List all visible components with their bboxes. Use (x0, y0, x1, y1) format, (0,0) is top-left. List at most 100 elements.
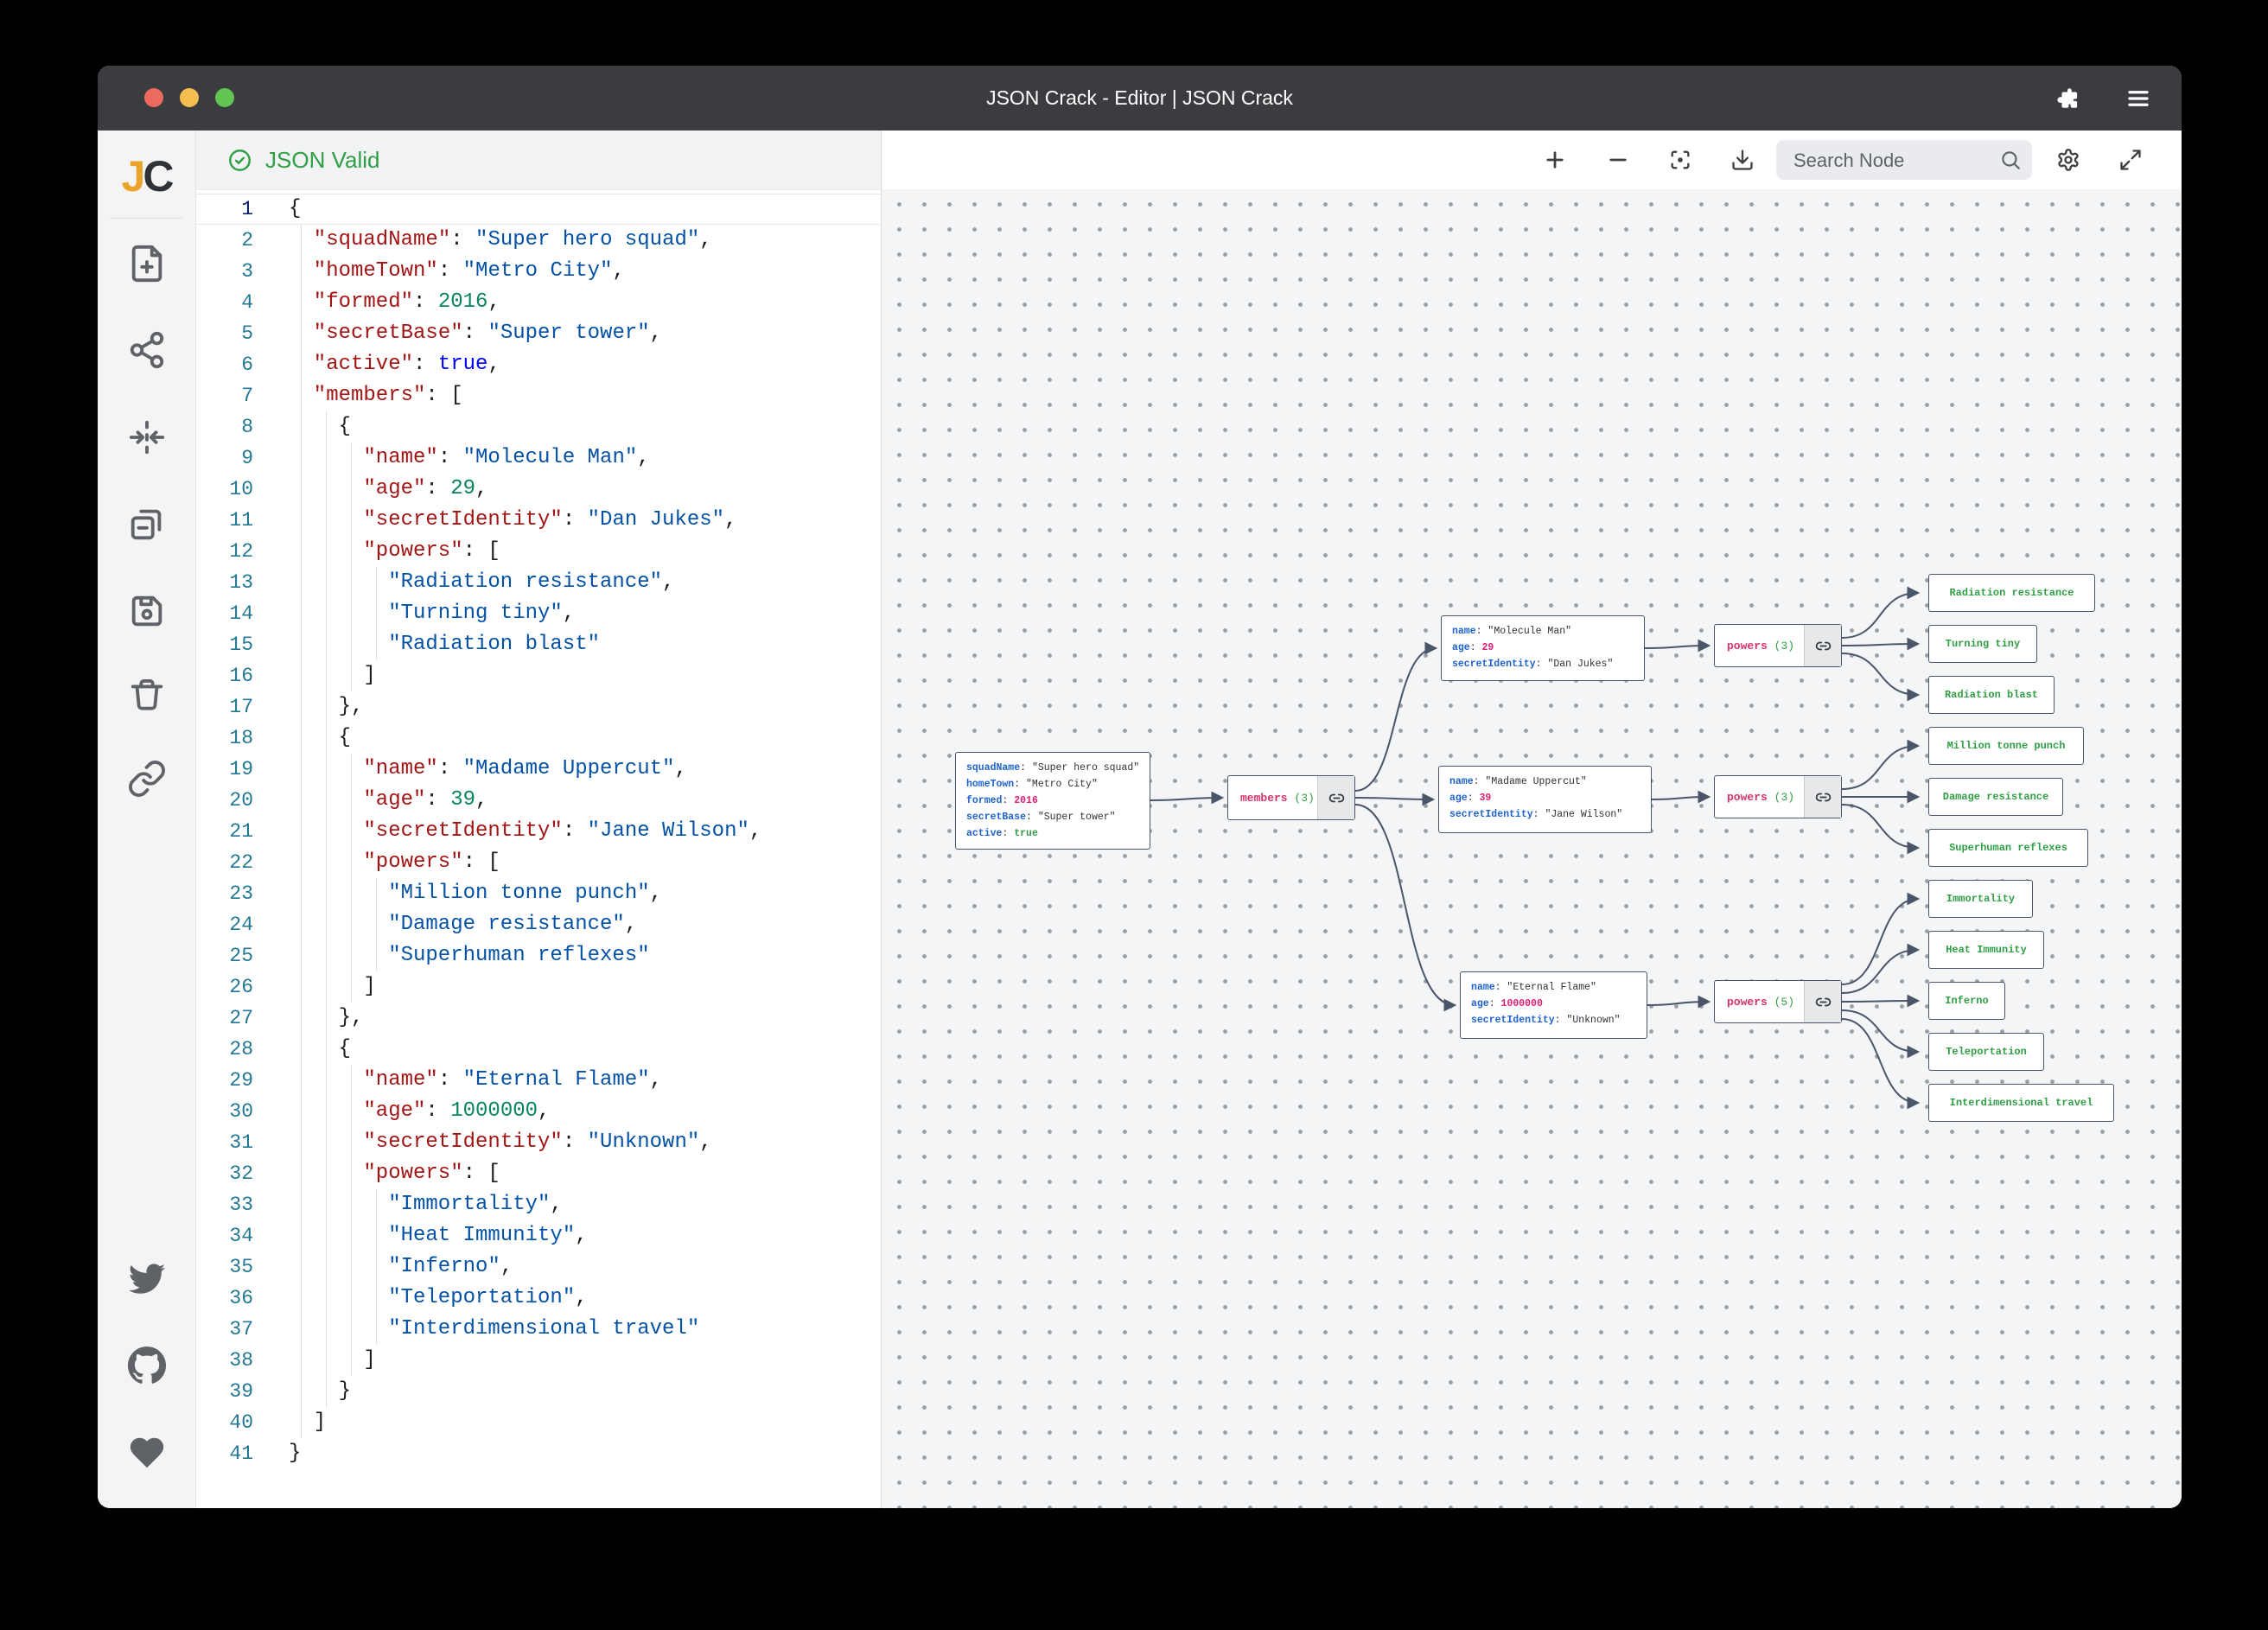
graph-node-leaf-1[interactable]: Radiation resistance (1928, 574, 2095, 612)
settings-button[interactable] (2049, 141, 2087, 179)
line-number: 12 (196, 536, 253, 567)
graph-node-root[interactable]: squadName: "Super hero squad"homeTown: "… (955, 752, 1150, 850)
code-line-4[interactable]: 4"formed": 2016, (196, 287, 881, 318)
code-text: "Million tonne punch", (289, 878, 662, 909)
github-link[interactable] (127, 1346, 167, 1385)
titlebar[interactable]: JSON Crack - Editor | JSON Crack (98, 66, 2182, 131)
graph-view-button[interactable] (127, 330, 167, 370)
graph-node-members[interactable]: members (3) (1227, 775, 1355, 820)
graph-node-leaf-9[interactable]: Inferno (1928, 982, 2005, 1020)
code-line-32[interactable]: 32"powers": [ (196, 1158, 881, 1189)
twitter-link[interactable] (127, 1259, 167, 1299)
graph-node-leaf-3[interactable]: Radiation blast (1928, 676, 2055, 714)
code-line-31[interactable]: 31"secretIdentity": "Unknown", (196, 1127, 881, 1158)
code-line-38[interactable]: 38] (196, 1345, 881, 1376)
code-line-7[interactable]: 7"members": [ (196, 380, 881, 411)
line-number: 36 (196, 1283, 253, 1314)
code-text: ] (289, 660, 376, 691)
code-line-6[interactable]: 6"active": true, (196, 349, 881, 380)
code-line-13[interactable]: 13"Radiation resistance", (196, 567, 881, 598)
download-button[interactable] (1723, 141, 1762, 179)
graph-node-leaf-5[interactable]: Damage resistance (1928, 778, 2063, 816)
code-line-12[interactable]: 12"powers": [ (196, 536, 881, 567)
code-line-25[interactable]: 25"Superhuman reflexes" (196, 940, 881, 971)
node-row: name: "Molecule Man" (1452, 623, 1634, 640)
code-line-28[interactable]: 28{ (196, 1034, 881, 1065)
expand-link-icon[interactable] (1804, 776, 1841, 818)
graph-node-leaf-11[interactable]: Interdimensional travel (1928, 1084, 2114, 1122)
code-line-39[interactable]: 39} (196, 1376, 881, 1407)
code-line-30[interactable]: 30"age": 1000000, (196, 1096, 881, 1127)
fullscreen-button[interactable] (2112, 141, 2150, 179)
code-line-17[interactable]: 17}, (196, 691, 881, 723)
code-editor[interactable]: 1{2"squadName": "Super hero squad",3"hom… (196, 194, 881, 1469)
share-link-button[interactable] (127, 759, 167, 799)
code-line-11[interactable]: 11"secretIdentity": "Dan Jukes", (196, 505, 881, 536)
graph-node-leaf-8[interactable]: Heat Immunity (1928, 931, 2044, 969)
code-line-35[interactable]: 35"Inferno", (196, 1251, 881, 1283)
search-icon[interactable] (1999, 149, 2022, 171)
code-line-8[interactable]: 8{ (196, 411, 881, 443)
zoom-in-button[interactable] (1536, 141, 1574, 179)
node-row: age: 39 (1449, 790, 1640, 806)
code-line-24[interactable]: 24"Damage resistance", (196, 909, 881, 940)
search-input[interactable] (1792, 140, 1994, 181)
graph-node-member-3[interactable]: name: "Eternal Flame"age: 1000000secretI… (1460, 971, 1647, 1039)
sponsor-link[interactable] (127, 1433, 167, 1473)
code-line-18[interactable]: 18{ (196, 723, 881, 754)
copy-icon (127, 504, 167, 544)
copy-button[interactable] (127, 504, 167, 544)
delete-button[interactable] (127, 675, 167, 715)
code-line-33[interactable]: 33"Immortality", (196, 1189, 881, 1220)
code-line-21[interactable]: 21"secretIdentity": "Jane Wilson", (196, 816, 881, 847)
graph-node-powers-2[interactable]: powers (3) (1714, 775, 1842, 818)
code-line-36[interactable]: 36"Teleportation", (196, 1283, 881, 1314)
graph-node-powers-1[interactable]: powers (3) (1714, 624, 1842, 667)
graph-node-leaf-4[interactable]: Million tonne punch (1928, 727, 2084, 765)
focus-button[interactable] (1661, 141, 1699, 179)
graph-node-leaf-7[interactable]: Immortality (1928, 880, 2033, 918)
line-number: 24 (196, 909, 253, 940)
code-line-14[interactable]: 14"Turning tiny", (196, 598, 881, 629)
search-node-box[interactable] (1776, 140, 2032, 180)
code-text: { (289, 194, 301, 224)
graph-node-leaf-2[interactable]: Turning tiny (1928, 625, 2037, 663)
link-icon (127, 759, 167, 799)
graph-node-powers-3[interactable]: powers (5) (1714, 980, 1842, 1023)
zoom-out-button[interactable] (1599, 141, 1637, 179)
code-line-22[interactable]: 22"powers": [ (196, 847, 881, 878)
code-line-2[interactable]: 2"squadName": "Super hero squad", (196, 225, 881, 256)
graph-node-leaf-10[interactable]: Teleportation (1928, 1033, 2044, 1071)
save-button[interactable] (127, 591, 167, 631)
graph-node-member-1[interactable]: name: "Molecule Man"age: 29secretIdentit… (1441, 615, 1645, 681)
code-line-19[interactable]: 19"name": "Madame Uppercut", (196, 754, 881, 785)
expand-link-icon[interactable] (1317, 776, 1354, 819)
graph-canvas[interactable]: squadName: "Super hero squad"homeTown: "… (882, 189, 2182, 1508)
code-line-9[interactable]: 9"name": "Molecule Man", (196, 443, 881, 474)
code-line-29[interactable]: 29"name": "Eternal Flame", (196, 1065, 881, 1096)
graph-node-member-2[interactable]: name: "Madame Uppercut"age: 39secretIden… (1438, 766, 1652, 833)
code-line-15[interactable]: 15"Radiation blast" (196, 629, 881, 660)
code-line-3[interactable]: 3"homeTown": "Metro City", (196, 256, 881, 287)
code-line-41[interactable]: 41} (196, 1438, 881, 1469)
code-line-40[interactable]: 40] (196, 1407, 881, 1438)
code-line-20[interactable]: 20"age": 39, (196, 785, 881, 816)
expand-link-icon[interactable] (1804, 625, 1841, 666)
menu-icon[interactable] (2125, 86, 2151, 111)
extension-puzzle-icon[interactable] (2055, 86, 2081, 111)
expand-link-icon[interactable] (1804, 981, 1841, 1022)
app-logo[interactable]: JC (98, 151, 195, 201)
new-document-button[interactable] (127, 244, 167, 283)
code-text: "secretIdentity": "Unknown", (289, 1127, 712, 1158)
code-line-1[interactable]: 1{ (196, 194, 881, 225)
code-line-5[interactable]: 5"secretBase": "Super tower", (196, 318, 881, 349)
graph-node-leaf-6[interactable]: Superhuman reflexes (1928, 829, 2088, 867)
code-line-34[interactable]: 34"Heat Immunity", (196, 1220, 881, 1251)
code-line-23[interactable]: 23"Million tonne punch", (196, 878, 881, 909)
code-line-10[interactable]: 10"age": 29, (196, 474, 881, 505)
center-view-button[interactable] (127, 417, 167, 457)
code-line-26[interactable]: 26] (196, 971, 881, 1003)
code-line-16[interactable]: 16] (196, 660, 881, 691)
code-line-27[interactable]: 27}, (196, 1003, 881, 1034)
code-line-37[interactable]: 37"Interdimensional travel" (196, 1314, 881, 1345)
